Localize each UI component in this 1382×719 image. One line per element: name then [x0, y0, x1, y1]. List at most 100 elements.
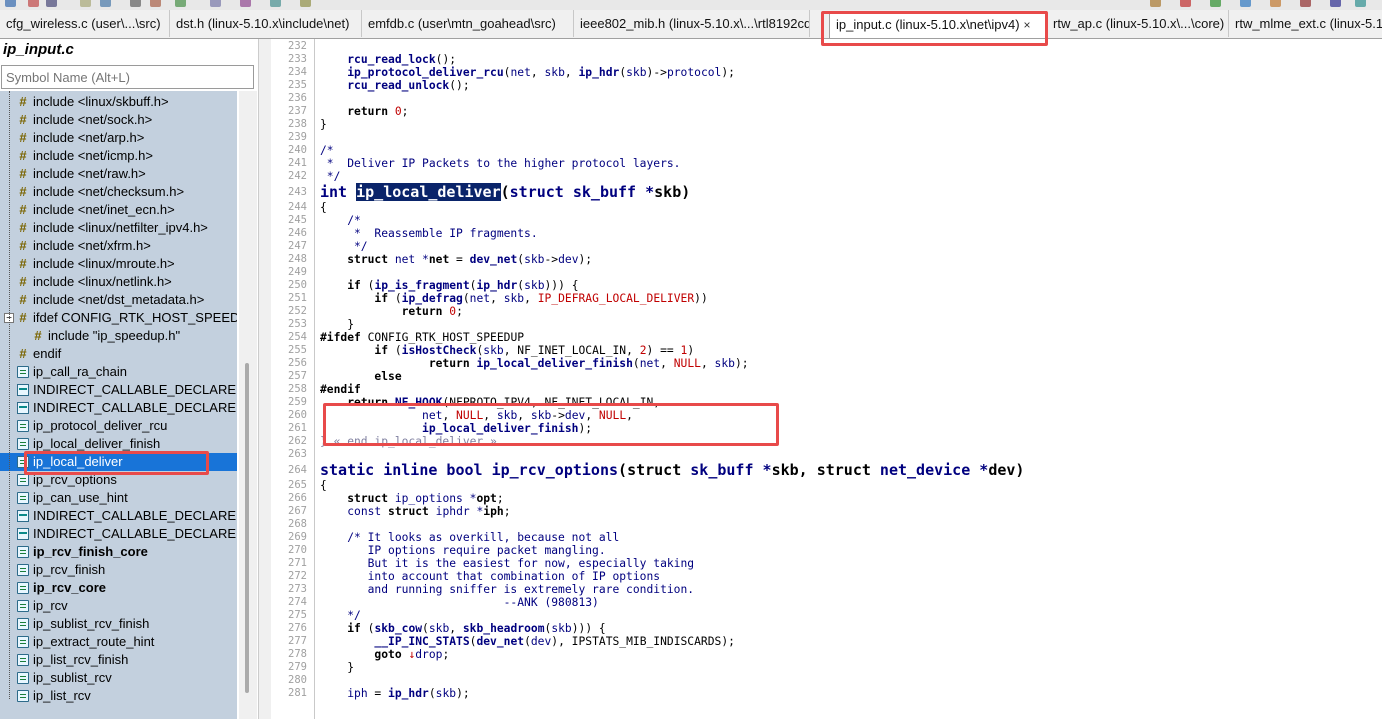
tab-active-file[interactable]: ip_input.c (linux-5.10.x\net\ipv4) ×	[829, 11, 1047, 38]
file-tab[interactable]: dst.h (linux-5.10.x\include\net)	[170, 10, 362, 37]
file-tab[interactable]: emfdb.c (user\mtn_goahead\src)	[362, 10, 574, 37]
code-line[interactable]: */	[320, 240, 368, 253]
code-line[interactable]: {	[320, 479, 327, 492]
code-line[interactable]: ip_protocol_deliver_rcu(net, skb, ip_hdr…	[320, 66, 735, 79]
toolbar-button-icon[interactable]	[1330, 0, 1341, 7]
toolbar-button-icon[interactable]	[5, 0, 16, 7]
file-tab[interactable]: rtw_mlme_ext.c (linux-5.10	[1229, 10, 1382, 37]
code-line[interactable]: ip_local_deliver_finish);	[320, 422, 592, 435]
code-line[interactable]: return 0;	[320, 105, 408, 118]
code-line[interactable]: --ANK (980813)	[320, 596, 599, 609]
code-editor[interactable]: 232 233 rcu_read_lock(); 234 ip_protocol_d…	[271, 39, 1382, 719]
code-line[interactable]: }	[320, 318, 354, 331]
code-line[interactable]: int ip_local_deliver(struct sk_buff *skb…	[320, 183, 690, 201]
symbol-item[interactable]: ip_local_deliver_finish	[0, 435, 237, 453]
panel-splitter[interactable]	[258, 39, 271, 719]
file-tab[interactable]: rtw_ap.c (linux-5.10.x\...\core)	[1047, 10, 1229, 37]
symbol-item[interactable]: ip_sublist_rcv	[0, 669, 237, 687]
symbol-item[interactable]: INDIRECT_CALLABLE_DECLARE	[0, 507, 237, 525]
toolbar-button-icon[interactable]	[1240, 0, 1251, 7]
code-line[interactable]: __IP_INC_STATS(dev_net(dev), IPSTATS_MIB…	[320, 635, 735, 648]
toolbar-button-icon[interactable]	[210, 0, 221, 7]
toolbar-button-icon[interactable]	[1150, 0, 1161, 7]
symbol-item-selected[interactable]: ip_local_deliver	[0, 453, 237, 471]
toolbar-button-icon[interactable]	[1180, 0, 1191, 7]
symbol-item[interactable]: # include <linux/skbuff.h>	[0, 93, 237, 111]
symbol-item[interactable]: ip_rcv	[0, 597, 237, 615]
symbol-item[interactable]: # include <linux/mroute.h>	[0, 255, 237, 273]
symbol-item[interactable]: # include <net/inet_ecn.h>	[0, 201, 237, 219]
symbol-item[interactable]: # include <net/dst_metadata.h>	[0, 291, 237, 309]
symbol-item[interactable]: − # ifdef CONFIG_RTK_HOST_SPEEDUP	[0, 309, 237, 327]
symbol-search-input[interactable]	[1, 65, 254, 89]
code-line[interactable]: return 0;	[320, 305, 463, 318]
symbol-item[interactable]: INDIRECT_CALLABLE_DECLARE	[0, 525, 237, 543]
symbol-item[interactable]: ip_protocol_deliver_rcu	[0, 417, 237, 435]
code-line[interactable]: /*	[320, 214, 361, 227]
symbol-item[interactable]: INDIRECT_CALLABLE_DECLARE	[0, 381, 237, 399]
symbol-item[interactable]: # include <net/raw.h>	[0, 165, 237, 183]
code-line[interactable]: const struct iphdr *iph;	[320, 505, 510, 518]
toolbar-button-icon[interactable]	[270, 0, 281, 7]
code-line[interactable]: if (ip_is_fragment(ip_hdr(skb))) {	[320, 279, 578, 292]
toolbar-button-icon[interactable]	[150, 0, 161, 7]
file-tab[interactable]: ieee802_mib.h (linux-5.10.x\...\rtl8192c…	[574, 10, 810, 37]
symbol-item[interactable]: ip_sublist_rcv_finish	[0, 615, 237, 633]
code-line[interactable]: } « end ip_local_deliver »	[320, 435, 497, 448]
symbol-item[interactable]: # include <net/sock.h>	[0, 111, 237, 129]
code-line[interactable]: if (skb_cow(skb, skb_headroom(skb))) {	[320, 622, 606, 635]
symbol-item[interactable]: ip_rcv_finish	[0, 561, 237, 579]
file-tab[interactable]: cfg_wireless.c (user\...\src)	[0, 10, 170, 37]
symbol-item[interactable]: # include <linux/netfilter_ipv4.h>	[0, 219, 237, 237]
symbol-list-scrollbar[interactable]	[239, 91, 257, 719]
symbol-item[interactable]: # include <net/xfrm.h>	[0, 237, 237, 255]
code-line[interactable]: /* It looks as overkill, because not all	[320, 531, 619, 544]
code-line[interactable]: /*	[320, 144, 334, 157]
scrollbar-thumb[interactable]	[245, 363, 249, 693]
symbol-item[interactable]: ip_rcv_finish_core	[0, 543, 237, 561]
toolbar-button-icon[interactable]	[28, 0, 39, 7]
symbol-item[interactable]: ip_call_ra_chain	[0, 363, 237, 381]
code-line[interactable]: #endif	[320, 383, 361, 396]
code-line[interactable]: net, NULL, skb, skb->dev, NULL,	[320, 409, 633, 422]
symbol-item[interactable]: ip_list_rcv	[0, 687, 237, 705]
symbol-item[interactable]: # include <net/icmp.h>	[0, 147, 237, 165]
code-line[interactable]: into account that combination of IP opti…	[320, 570, 660, 583]
toolbar-button-icon[interactable]	[100, 0, 111, 7]
code-line[interactable]: if (isHostCheck(skb, NF_INET_LOCAL_IN, 2…	[320, 344, 694, 357]
toolbar-button-icon[interactable]	[175, 0, 186, 7]
symbol-item[interactable]: INDIRECT_CALLABLE_DECLARE	[0, 399, 237, 417]
code-line[interactable]: * Deliver IP Packets to the higher proto…	[320, 157, 681, 170]
symbol-item[interactable]: # include <net/arp.h>	[0, 129, 237, 147]
toolbar-button-icon[interactable]	[300, 0, 311, 7]
symbol-item[interactable]: ip_rcv_core	[0, 579, 237, 597]
symbol-item[interactable]: # include "ip_speedup.h"	[0, 327, 237, 345]
code-line[interactable]: rcu_read_lock();	[320, 53, 456, 66]
code-line[interactable]: {	[320, 201, 327, 214]
toolbar-button-icon[interactable]	[240, 0, 251, 7]
toolbar-button-icon[interactable]	[1300, 0, 1311, 7]
code-line[interactable]: */	[320, 170, 341, 183]
symbol-item[interactable]: ip_extract_route_hint	[0, 633, 237, 651]
code-line[interactable]: if (ip_defrag(net, skb, IP_DEFRAG_LOCAL_…	[320, 292, 707, 305]
code-line[interactable]: * Reassemble IP fragments.	[320, 227, 538, 240]
code-line[interactable]: else	[320, 370, 401, 383]
symbol-item[interactable]: ip_list_rcv_finish	[0, 651, 237, 669]
toolbar-button-icon[interactable]	[1270, 0, 1281, 7]
code-line[interactable]: iph = ip_hdr(skb);	[320, 687, 469, 700]
symbol-item[interactable]: ip_can_use_hint	[0, 489, 237, 507]
code-line[interactable]: goto ↓drop;	[320, 648, 449, 661]
code-line[interactable]: static inline bool ip_rcv_options(struct…	[320, 461, 1024, 479]
toolbar-button-icon[interactable]	[130, 0, 141, 7]
symbol-item[interactable]: # include <linux/netlink.h>	[0, 273, 237, 291]
code-line[interactable]: IP options require packet mangling.	[320, 544, 606, 557]
code-line[interactable]: struct net *net = dev_net(skb->dev);	[320, 253, 592, 266]
code-line[interactable]: */	[320, 609, 361, 622]
code-line[interactable]: But it is the easiest for now, especiall…	[320, 557, 694, 570]
code-line[interactable]: rcu_read_unlock();	[320, 79, 469, 92]
code-line[interactable]: struct ip_options *opt;	[320, 492, 503, 505]
close-icon[interactable]: ×	[1024, 18, 1031, 32]
code-line[interactable]: }	[320, 661, 354, 674]
symbol-item[interactable]: ip_rcv_options	[0, 471, 237, 489]
toolbar-button-icon[interactable]	[80, 0, 91, 7]
